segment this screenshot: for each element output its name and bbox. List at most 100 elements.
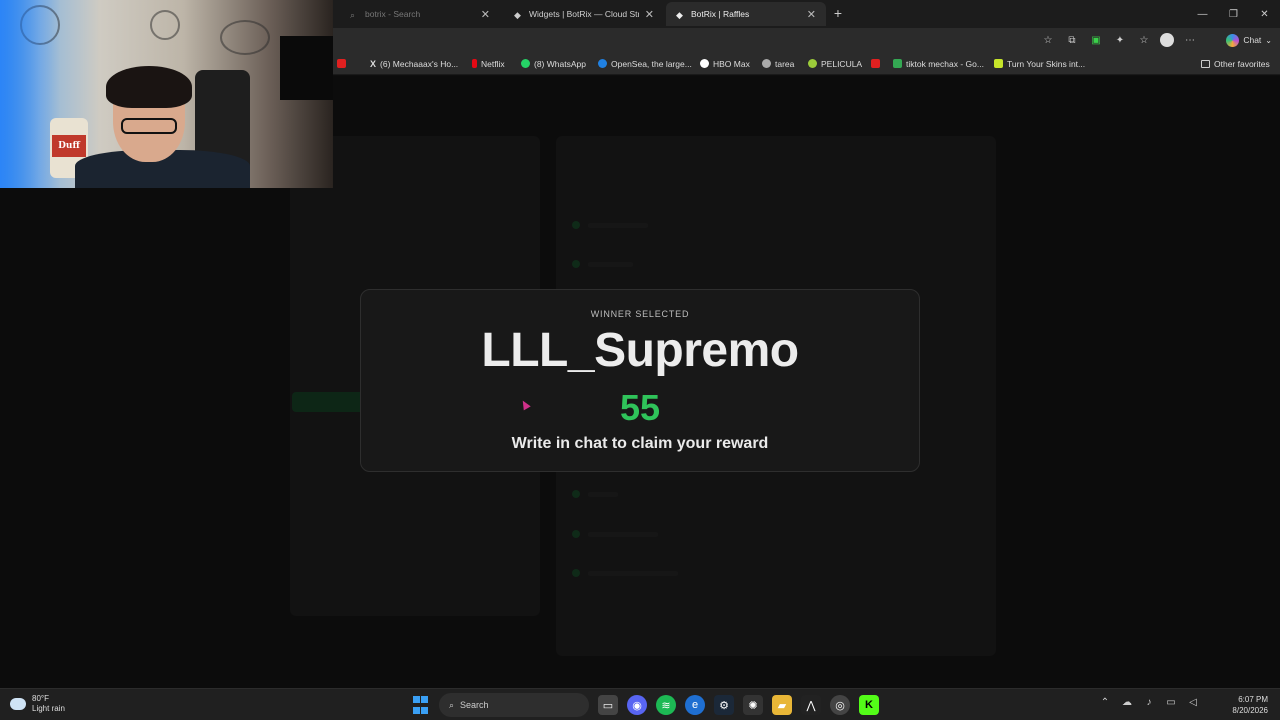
bookmark-youtube-2[interactable] [871, 57, 880, 70]
volume-icon[interactable]: ◁ [1186, 697, 1200, 708]
wall-doodle [220, 20, 270, 55]
google-drive-icon [893, 59, 902, 68]
winner-countdown: 55 [619, 387, 661, 428]
bookmark-hbo[interactable]: HBO Max [700, 57, 750, 70]
clock-time: 6:07 PM [1238, 695, 1268, 704]
participant-row [572, 529, 658, 539]
bookmark-tiktok[interactable]: tiktok mechax - Go... [893, 57, 984, 70]
new-tab-button[interactable]: + [830, 4, 846, 22]
split-screen-icon[interactable]: ⧉ [1064, 32, 1080, 48]
tab-title: botrix - Search [365, 9, 421, 19]
steam-icon[interactable]: ⚙ [714, 695, 734, 715]
winner-name: LLL_Supremo [481, 324, 799, 377]
close-icon[interactable]: ✕ [645, 8, 654, 21]
bookmark-label: PELICULA [821, 58, 863, 69]
streamer-hair [106, 66, 192, 108]
bookmark-label: Other favorites [1214, 58, 1270, 69]
botrix-icon: ◆ [514, 9, 521, 20]
search-placeholder: Search [460, 700, 489, 710]
windows-taskbar: 80°F Light rain ⌕ Search ▭ ◉ ≋ e ⚙ ✺ ▰ ⋀… [0, 688, 1280, 720]
duff-can-label: Duff [52, 135, 86, 157]
minimize-button[interactable]: — [1187, 0, 1218, 28]
bookmark-netflix[interactable]: Netflix [472, 57, 505, 70]
spotify-icon[interactable]: ≋ [656, 695, 676, 715]
chevron-up-icon[interactable]: ⌃ [1098, 697, 1112, 708]
streamer-glasses [121, 118, 177, 134]
hbo-icon [700, 59, 709, 68]
kick-icon[interactable]: K [859, 695, 879, 715]
tab-raffles[interactable]: ◆ BotRix | Raffles ✕ [666, 2, 826, 26]
bookmark-skins[interactable]: Turn Your Skins int... [994, 57, 1085, 70]
more-menu-icon[interactable]: ⋯ [1182, 32, 1198, 48]
youtube-icon [871, 59, 880, 68]
app-icon[interactable]: ✺ [743, 695, 763, 715]
search-icon: ⌕ [350, 9, 356, 20]
winner-selected-label: WINNER SELECTED [590, 309, 690, 319]
other-favorites[interactable]: Other favorites [1201, 57, 1270, 70]
bookmark-label: tarea [775, 58, 795, 69]
taskbar-search[interactable]: ⌕ Search [439, 693, 589, 717]
bookmark-label: (8) WhatsApp [534, 58, 586, 69]
window-controls: — ❐ ✕ [1187, 0, 1280, 28]
discord-icon[interactable]: ◉ [627, 695, 647, 715]
display-icon[interactable]: ▭ [1164, 697, 1178, 708]
botrix-icon: ◆ [676, 9, 683, 20]
bookmark-label: OpenSea, the large... [611, 58, 692, 69]
cloud-rain-icon [10, 698, 26, 710]
windows-start-icon[interactable] [410, 695, 430, 715]
taskbar-clock[interactable]: 6:07 PM 8/20/2026 [1232, 694, 1268, 716]
stock-app-icon[interactable]: ⋀ [801, 695, 821, 715]
whatsapp-icon [521, 59, 530, 68]
claim-instructions: Write in chat to claim your reward [511, 435, 769, 452]
weather-text: 80°F Light rain [32, 694, 65, 714]
system-tray: ⌃ ☁ ♪ ▭ ◁ [1098, 697, 1200, 708]
tarea-icon [762, 59, 771, 68]
netflix-icon [472, 59, 477, 68]
copilot-chat-button[interactable]: Chat ⌄ [1226, 31, 1272, 49]
task-view-icon[interactable]: ▭ [598, 695, 618, 715]
favorite-star-icon[interactable]: ☆ [1040, 32, 1056, 48]
folder-icon [1201, 59, 1210, 68]
bookmark-tarea[interactable]: tarea [762, 57, 794, 70]
puzzle-extensions-icon[interactable]: ✦ [1112, 32, 1128, 48]
winner-modal: WINNER SELECTED LLL_Supremo 55 Write in … [360, 289, 920, 472]
bookmark-pelicula[interactable]: PELICULA [808, 57, 862, 70]
onedrive-icon[interactable]: ☁ [1120, 697, 1134, 708]
bookmark-youtube[interactable] [337, 57, 346, 70]
webcam-monitor [280, 36, 333, 100]
weather-temp: 80°F [32, 694, 49, 703]
edge-icon[interactable]: e [685, 695, 705, 715]
chevron-down-icon: ⌄ [1265, 35, 1272, 45]
tab-title: Widgets | BotRix — Cloud Streami [529, 9, 639, 19]
opensea-icon [598, 59, 607, 68]
bookmark-x[interactable]: X (6) Mechaaax's Ho... [370, 57, 458, 70]
wall-doodle [150, 10, 180, 40]
skins-icon [994, 59, 1003, 68]
bookmark-label: HBO Max [713, 58, 750, 69]
obs-icon[interactable]: ◎ [830, 695, 850, 715]
microphone-icon[interactable]: ♪ [1142, 697, 1156, 708]
pelicula-icon [808, 59, 817, 68]
chat-label: Chat [1243, 35, 1262, 45]
tab-botrix-search[interactable]: ⌕ botrix - Search ✕ [340, 2, 500, 26]
clock-date: 8/20/2026 [1232, 706, 1268, 715]
favorites-icon[interactable]: ☆ [1136, 32, 1152, 48]
close-window-button[interactable]: ✕ [1249, 0, 1280, 28]
taskbar-apps: ⌕ Search ▭ ◉ ≋ e ⚙ ✺ ▰ ⋀ ◎ K [410, 693, 879, 717]
bookmark-label: (6) Mechaaax's Ho... [380, 58, 459, 69]
close-icon[interactable]: ✕ [807, 8, 816, 21]
tab-widgets[interactable]: ◆ Widgets | BotRix — Cloud Streami ✕ [504, 2, 664, 26]
extension-icon[interactable]: ▣ [1088, 32, 1104, 48]
maximize-button[interactable]: ❐ [1218, 0, 1249, 28]
participant-row [572, 568, 678, 578]
webcam-overlay: Duff [0, 0, 333, 188]
bookmark-label: Turn Your Skins int... [1007, 58, 1086, 69]
bookmark-whatsapp[interactable]: (8) WhatsApp [521, 57, 586, 70]
participant-row [572, 220, 648, 230]
bookmark-opensea[interactable]: OpenSea, the large... [598, 57, 692, 70]
avatar[interactable] [1160, 33, 1174, 47]
weather-widget[interactable]: 80°F Light rain [10, 694, 65, 714]
youtube-icon [337, 59, 346, 68]
close-icon[interactable]: ✕ [481, 8, 490, 21]
file-explorer-icon[interactable]: ▰ [772, 695, 792, 715]
